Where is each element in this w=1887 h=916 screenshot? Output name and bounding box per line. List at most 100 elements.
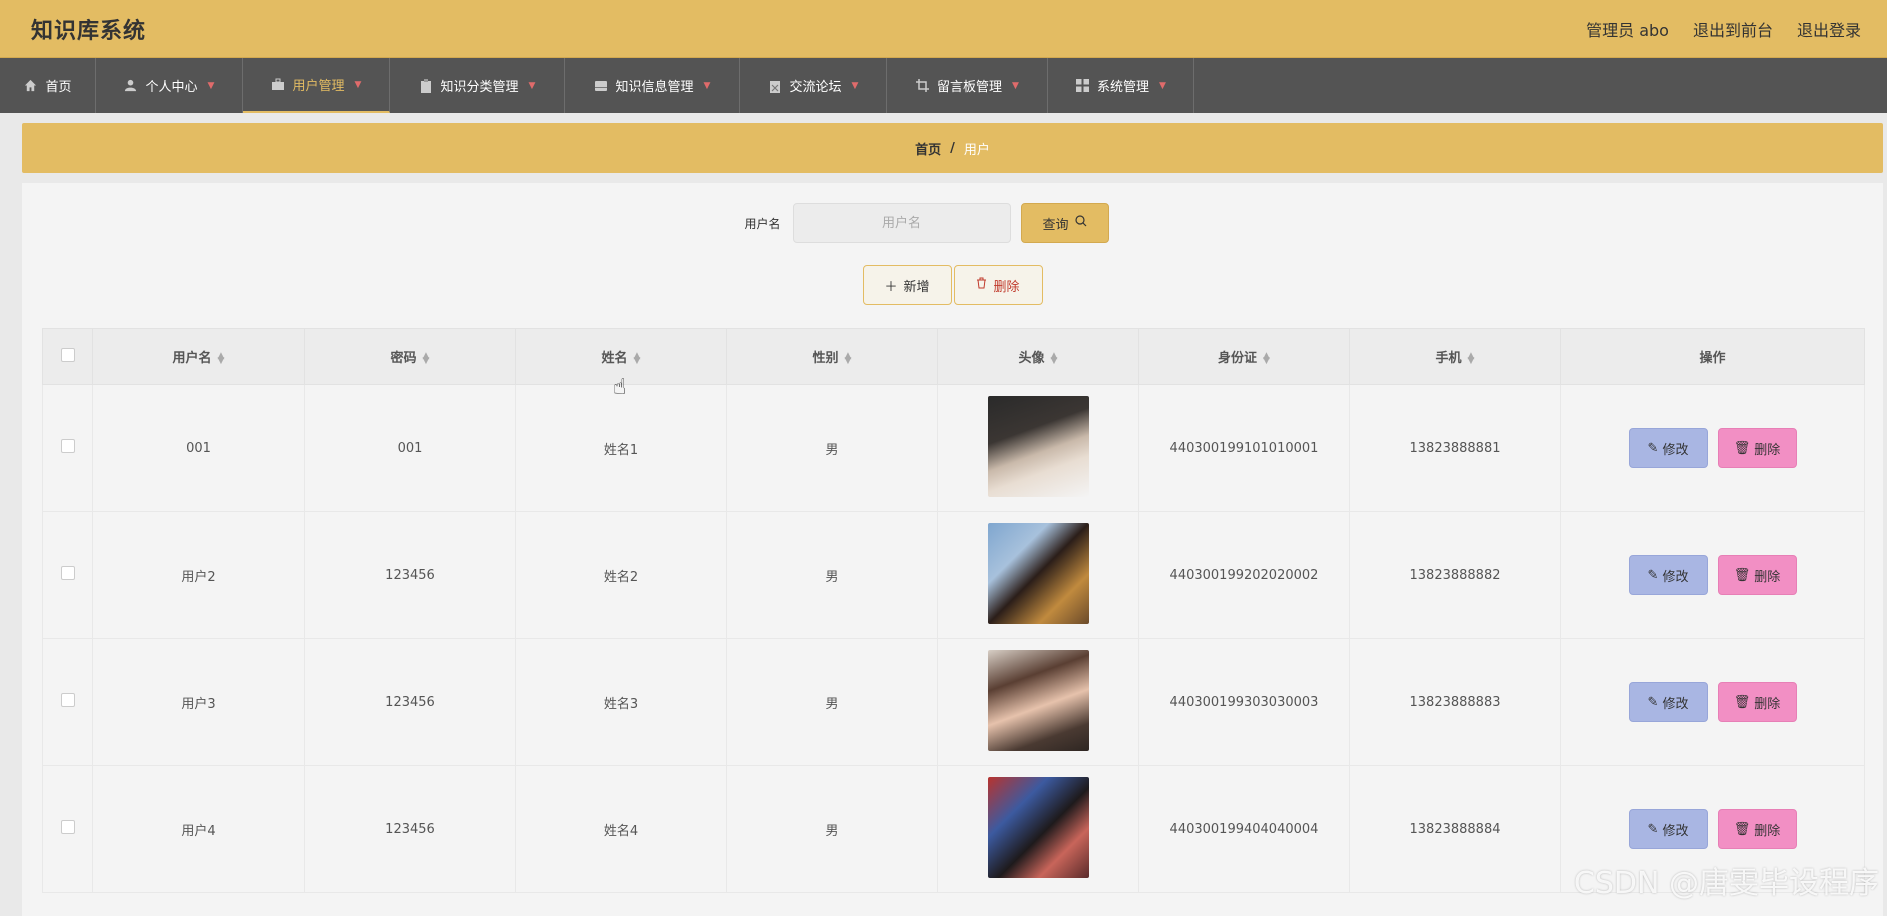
chevron-down-icon: ▼ bbox=[354, 79, 362, 90]
row-select-cell[interactable] bbox=[42, 511, 93, 639]
cell-name: 姓名2 bbox=[515, 511, 727, 639]
row-checkbox[interactable] bbox=[60, 439, 75, 453]
column-header[interactable]: 性别 ▲ ▼ bbox=[726, 328, 938, 385]
select-all-checkbox[interactable] bbox=[60, 347, 75, 362]
edit-button[interactable]: ✎ 修改 bbox=[1628, 428, 1708, 468]
clipboard-icon bbox=[419, 78, 433, 93]
cell-phone: 13823888884 bbox=[1349, 765, 1561, 893]
chevron-down-icon: ▼ bbox=[1159, 80, 1166, 91]
column-header-label: 身份证 bbox=[1218, 351, 1258, 366]
column-header[interactable]: 身份证 ▲ ▼ bbox=[1138, 328, 1350, 385]
delete-label: 删除 bbox=[1754, 569, 1781, 585]
column-header[interactable]: 手机 ▲ ▼ bbox=[1349, 328, 1561, 385]
cell-password: 001 bbox=[304, 384, 516, 512]
delete-button[interactable]: 🗑 删除 bbox=[1717, 809, 1797, 849]
batch-delete-button[interactable]: 删除 bbox=[953, 265, 1043, 305]
search-button-label: 查询 bbox=[1042, 217, 1069, 233]
breadcrumb-separator: / bbox=[950, 140, 955, 156]
cell-phone: 13823888883 bbox=[1349, 638, 1561, 766]
delete-button[interactable]: 🗑 删除 bbox=[1717, 428, 1797, 468]
nav-item-personal[interactable]: 个人中心 ▼ bbox=[96, 58, 243, 113]
table-header-row: 用户名 ▲ ▼ 密码 ▲ ▼ 姓名 ▲ ▼ 性别 ▲ ▼ 头像 ▲ ▼ 身份证 ▲ ▼ 手机 ▲ ▼ 操作 bbox=[42, 328, 1865, 385]
column-header-label: 性别 bbox=[812, 351, 839, 366]
delete-button[interactable]: 🗑 删除 bbox=[1717, 682, 1797, 722]
nav-item-system-mgmt[interactable]: 系统管理 ▼ bbox=[1048, 58, 1194, 113]
row-checkbox[interactable] bbox=[60, 693, 75, 707]
sort-icon[interactable]: ▲ ▼ bbox=[1051, 351, 1058, 365]
avatar bbox=[987, 522, 1089, 624]
chevron-down-icon: ▼ bbox=[1012, 80, 1019, 91]
column-header-label: 操作 bbox=[1699, 351, 1726, 366]
edit-button[interactable]: ✎ 修改 bbox=[1628, 555, 1708, 595]
breadcrumb-current: 用户 bbox=[963, 142, 990, 158]
crop-icon bbox=[915, 79, 929, 93]
cell-id-card: 440300199404040004 bbox=[1138, 765, 1350, 893]
row-select-cell[interactable] bbox=[42, 765, 93, 893]
cell-id-card: 440300199303030003 bbox=[1138, 638, 1350, 766]
chevron-down-icon: ▼ bbox=[528, 80, 536, 91]
trash-icon: 🗑 bbox=[1733, 821, 1751, 837]
row-checkbox[interactable] bbox=[60, 820, 75, 834]
sort-icon[interactable]: ▲ ▼ bbox=[1468, 351, 1475, 365]
delete-button[interactable]: 🗑 删除 bbox=[1717, 555, 1797, 595]
row-select-cell[interactable] bbox=[42, 384, 93, 512]
column-header-label: 姓名 bbox=[601, 351, 628, 366]
briefcase-icon bbox=[271, 78, 285, 92]
nav-item-message-board[interactable]: 留言板管理 ▼ bbox=[887, 58, 1048, 113]
column-header[interactable]: 用户名 ▲ ▼ bbox=[92, 328, 305, 385]
chevron-down-icon: ▼ bbox=[207, 80, 215, 91]
cell-name: 姓名3 bbox=[515, 638, 727, 766]
column-header-ops: 操作 bbox=[1560, 328, 1865, 385]
cell-id-card: 440300199202020002 bbox=[1138, 511, 1350, 639]
breadcrumb: 首页 / 用户 bbox=[22, 123, 1883, 173]
nav-label: 知识信息管理 bbox=[615, 80, 694, 95]
plus-icon: ＋ bbox=[884, 279, 898, 295]
edit-button[interactable]: ✎ 修改 bbox=[1628, 682, 1708, 722]
nav-item-user-mgmt[interactable]: 用户管理 ▼ bbox=[243, 58, 390, 113]
pencil-icon: ✎ bbox=[1647, 694, 1659, 710]
watermark: CSDN @唐雯毕设程序 bbox=[1573, 866, 1879, 901]
trash-icon: 🗑 bbox=[1733, 440, 1751, 456]
column-header-label: 头像 bbox=[1018, 351, 1045, 366]
chevron-down-icon: ▼ bbox=[703, 80, 711, 91]
pencil-icon: ✎ bbox=[1647, 567, 1659, 583]
sort-icon[interactable]: ▲ ▼ bbox=[634, 351, 641, 365]
nav-label: 知识分类管理 bbox=[440, 80, 519, 95]
nav-item-home[interactable]: 首页 bbox=[0, 58, 96, 113]
top-header: 知识库系统 管理员 abo 退出到前台 退出登录 bbox=[0, 0, 1887, 58]
column-header-label: 用户名 bbox=[172, 351, 212, 366]
edit-button[interactable]: ✎ 修改 bbox=[1628, 809, 1708, 849]
row-select-cell[interactable] bbox=[42, 638, 93, 766]
app-title: 知识库系统 bbox=[31, 18, 147, 44]
edit-label: 修改 bbox=[1662, 696, 1689, 712]
add-button[interactable]: ＋ 新增 bbox=[862, 265, 952, 305]
sort-icon[interactable]: ▲ ▼ bbox=[1263, 351, 1270, 365]
sort-icon[interactable]: ▲ ▼ bbox=[218, 351, 225, 365]
column-header[interactable]: 头像 ▲ ▼ bbox=[937, 328, 1139, 385]
nav-item-knowledge-mgmt[interactable]: 知识信息管理 ▼ bbox=[565, 58, 740, 113]
row-checkbox[interactable] bbox=[60, 566, 75, 580]
nav-label: 个人中心 bbox=[145, 80, 198, 95]
search-icon bbox=[1074, 215, 1087, 231]
sort-icon[interactable]: ▲ ▼ bbox=[423, 351, 430, 365]
cell-gender: 男 bbox=[726, 638, 938, 766]
nav-label: 系统管理 bbox=[1097, 80, 1150, 95]
search-button[interactable]: 查询 bbox=[1020, 203, 1109, 243]
drive-icon bbox=[594, 79, 608, 93]
search-input[interactable] bbox=[792, 203, 1011, 243]
calendar-icon bbox=[768, 79, 782, 93]
logout-link[interactable]: 退出登录 bbox=[1797, 17, 1861, 41]
nav-item-category-mgmt[interactable]: 知识分类管理 ▼ bbox=[390, 58, 565, 113]
sort-icon[interactable]: ▲ ▼ bbox=[845, 351, 852, 365]
nav-item-forum[interactable]: 交流论坛 ▼ bbox=[740, 58, 887, 113]
user-table: 用户名 ▲ ▼ 密码 ▲ ▼ 姓名 ▲ ▼ 性别 ▲ ▼ 头像 ▲ ▼ 身份证 ▲ ▼ 手机 ▲ ▼ 操作 … bbox=[42, 328, 1865, 893]
search-row: 用户名 查询 bbox=[22, 203, 1883, 243]
cell-password: 123456 bbox=[304, 638, 516, 766]
column-header[interactable]: 密码 ▲ ▼ bbox=[304, 328, 516, 385]
add-button-label: 新增 bbox=[903, 279, 930, 295]
select-all-cell[interactable] bbox=[42, 328, 93, 385]
exit-to-front-link[interactable]: 退出到前台 bbox=[1693, 17, 1773, 41]
cell-gender: 男 bbox=[726, 511, 938, 639]
edit-label: 修改 bbox=[1662, 569, 1689, 585]
breadcrumb-home[interactable]: 首页 bbox=[915, 139, 941, 158]
